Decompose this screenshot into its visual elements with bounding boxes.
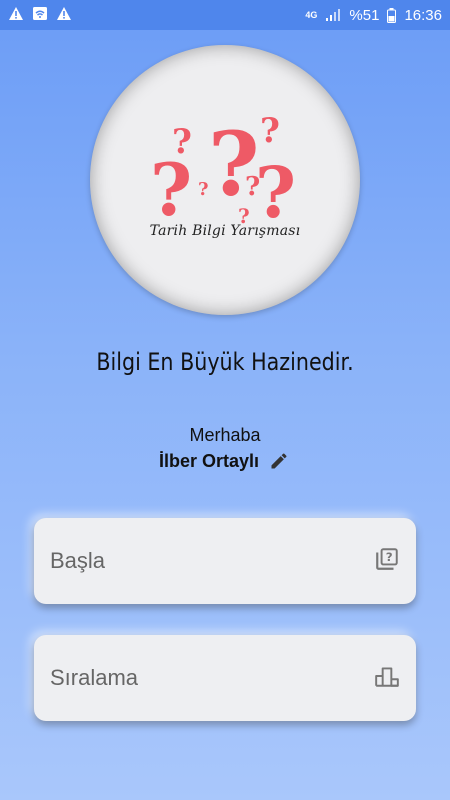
ranking-button-label: Sıralama [50,665,139,690]
leaderboard-icon [374,663,400,694]
warning-icon [56,6,72,25]
start-button[interactable]: Başla ? [34,518,416,604]
svg-text:?: ? [198,179,209,200]
question-marks-icon: ? ? ? ? ? ? ? ? [150,111,296,234]
quiz-icon: ? [374,546,400,577]
greeting-text: Merhaba [189,425,261,445]
ranking-button[interactable]: Sıralama [34,635,416,721]
clock: 16:36 [404,6,442,24]
logo-title: Tarih Bilgi Yarışması [149,223,301,239]
network-type: 4G [305,10,318,20]
svg-text:?: ? [172,122,192,162]
battery-icon [387,7,397,23]
battery-percent: %51 [349,6,380,24]
svg-text:?: ? [260,111,280,151]
svg-text:?: ? [255,151,296,234]
status-bar: 4G %51 16:36 [0,0,450,30]
slogan: Bilgi En Büyük Hazinedir. [96,348,354,376]
wifi-icon [32,6,48,25]
start-button-label: Başla [50,548,106,573]
app-logo: ? ? ? ? ? ? ? ? Tarih Bilgi Yarışması [90,45,360,315]
svg-text:?: ? [386,550,393,564]
warning-icon [8,6,24,25]
user-name: İlber Ortaylı [158,450,260,471]
signal-icon [325,8,341,22]
user-row: İlber Ortaylı [0,450,450,472]
pencil-icon[interactable] [269,450,291,472]
